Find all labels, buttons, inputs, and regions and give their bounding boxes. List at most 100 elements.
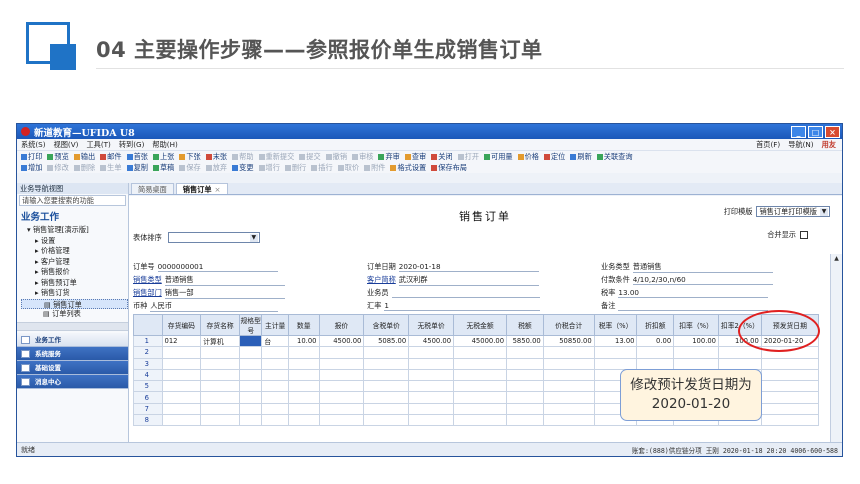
table-cell[interactable] — [318, 357, 365, 370]
table-cell[interactable] — [506, 391, 544, 404]
order-date-field[interactable]: 2020-01-18 — [398, 262, 539, 272]
table-cell[interactable] — [760, 414, 820, 427]
toolbar2-button[interactable]: 删行 — [284, 163, 306, 173]
table-cell[interactable]: 5085.00 — [363, 334, 410, 348]
column-header[interactable]: 扣率（%） — [673, 314, 720, 336]
table-cell[interactable] — [200, 380, 240, 393]
table-cell[interactable] — [161, 357, 202, 370]
toolbar1-button[interactable]: 下张 — [179, 152, 201, 162]
table-cell[interactable]: 50850.00 — [542, 334, 595, 348]
table-cell[interactable] — [200, 357, 240, 370]
menu-help[interactable]: 帮助(H) — [152, 140, 177, 150]
table-row[interactable]: 1 012 计算机台 10.00 4500.00 5085.00 4500.00 45000.… — [133, 334, 820, 348]
toolbar2-button[interactable]: 取价 — [337, 163, 359, 173]
nav-tree-item[interactable]: ▤ 订单列表 — [21, 309, 128, 320]
menu-view[interactable]: 视图(V) — [54, 140, 79, 150]
table-cell[interactable] — [593, 357, 638, 370]
exchange-field[interactable]: 1 — [384, 301, 541, 311]
toolbar1-button[interactable]: 提交 — [299, 152, 321, 162]
toolbar2-button[interactable]: 变更 — [232, 163, 254, 173]
toolbar1-button[interactable]: 打印 — [21, 152, 42, 162]
table-cell[interactable] — [408, 380, 455, 393]
table-cell[interactable] — [408, 402, 455, 416]
table-cell[interactable] — [318, 414, 365, 427]
column-header[interactable]: 税额 — [506, 314, 544, 336]
table-cell[interactable] — [363, 414, 410, 427]
toolbar1-button[interactable]: 末张 — [205, 152, 227, 162]
toolbar1-button[interactable]: 打开 — [457, 152, 479, 162]
table-cell[interactable] — [453, 346, 508, 359]
table-cell[interactable] — [238, 380, 263, 393]
table-cell[interactable] — [200, 414, 240, 427]
table-cell[interactable]: 计算机 — [200, 334, 240, 348]
column-header[interactable]: 报价 — [318, 314, 365, 336]
table-cell[interactable] — [363, 402, 410, 416]
remark-field[interactable] — [618, 301, 769, 311]
table-cell[interactable]: 100.00 — [673, 334, 720, 348]
table-cell[interactable] — [673, 357, 720, 370]
column-header[interactable]: 折扣额 — [636, 314, 675, 336]
biz-type-field[interactable]: 普通销售 — [632, 262, 773, 273]
nav-module[interactable]: 业务工作 — [17, 332, 128, 347]
table-cell[interactable] — [542, 391, 595, 404]
table-cell[interactable]: 13.00 — [593, 334, 638, 348]
pay-terms-field[interactable]: 4/10,2/30,n/60 — [632, 275, 773, 285]
toolbar1-button[interactable]: 首张 — [126, 152, 148, 162]
toolbar2-button[interactable]: 保存 — [179, 163, 201, 173]
toolbar2-button[interactable]: 放弃 — [205, 163, 227, 173]
tab-close-icon[interactable]: × — [215, 185, 221, 194]
column-header[interactable]: 规格型号 — [238, 314, 263, 336]
table-cell[interactable] — [261, 391, 289, 404]
table-cell[interactable] — [200, 346, 240, 359]
table-cell[interactable] — [363, 357, 410, 370]
table-cell[interactable] — [161, 402, 202, 416]
navigation-link[interactable]: 导航(N) — [788, 140, 813, 150]
toolbar1-button[interactable]: 可用量 — [484, 152, 513, 162]
toolbar2-button[interactable]: 草稿 — [152, 163, 174, 173]
nav-search-input[interactable]: 请输入您要搜索的功能 — [19, 195, 126, 206]
column-header[interactable]: 无税单价 — [408, 314, 455, 336]
table-cell[interactable] — [542, 380, 595, 393]
column-header[interactable]: 含税单价 — [363, 314, 410, 336]
table-cell[interactable] — [238, 346, 263, 359]
toolbar1-button[interactable]: 预览 — [47, 152, 69, 162]
table-cell[interactable] — [593, 346, 638, 359]
menu-goto[interactable]: 转到(G) — [119, 140, 145, 150]
table-cell[interactable] — [238, 368, 263, 382]
column-header[interactable]: 数量 — [287, 314, 320, 336]
table-cell[interactable] — [318, 368, 365, 382]
table-cell[interactable] — [760, 380, 820, 393]
table-cell[interactable] — [161, 380, 202, 393]
order-no-field[interactable]: 0000000001 — [157, 262, 278, 272]
table-cell[interactable] — [760, 391, 820, 404]
nav-tree-item[interactable]: ▾ 销售管理[演示版] — [21, 225, 128, 236]
table-cell[interactable] — [760, 368, 820, 382]
home-link[interactable]: 首页(F) — [756, 140, 780, 150]
table-cell[interactable] — [161, 346, 202, 359]
toolbar2-button[interactable]: 格式设置 — [390, 163, 426, 173]
customer-field[interactable]: 武汉利群 — [398, 275, 539, 286]
table-cell[interactable] — [261, 380, 289, 393]
tax-rate-field[interactable]: 13.00 — [618, 288, 769, 298]
toolbar2-button[interactable]: 修改 — [47, 163, 69, 173]
table-cell[interactable] — [718, 346, 762, 359]
table-cell[interactable]: 台 — [261, 334, 289, 348]
minimize-button[interactable]: _ — [791, 125, 806, 138]
table-cell[interactable] — [261, 402, 289, 416]
nav-tree-item[interactable]: ▸ 销售订货 — [21, 288, 128, 299]
print-template-select[interactable]: 销售订单打印模版 ▼ — [756, 206, 830, 217]
table-cell[interactable] — [453, 402, 508, 416]
nav-module[interactable]: 消息中心 — [17, 374, 128, 389]
column-header[interactable]: 主计量 — [261, 314, 289, 336]
table-cell[interactable] — [760, 357, 820, 370]
table-cell[interactable]: 4500.00 — [408, 334, 455, 348]
vertical-scrollbar[interactable]: ▲ — [830, 254, 842, 443]
table-cell[interactable] — [287, 391, 320, 404]
table-cell[interactable] — [506, 357, 544, 370]
table-cell[interactable] — [363, 346, 410, 359]
table-cell[interactable]: 012 — [161, 334, 202, 348]
toolbar1-button[interactable]: 定位 — [543, 152, 565, 162]
nav-tree-item[interactable]: ▤ 销售订单 — [21, 298, 128, 309]
dept-label[interactable]: 销售部门 — [133, 288, 162, 299]
tab-sales-order[interactable]: 销售订单 × — [175, 183, 228, 194]
